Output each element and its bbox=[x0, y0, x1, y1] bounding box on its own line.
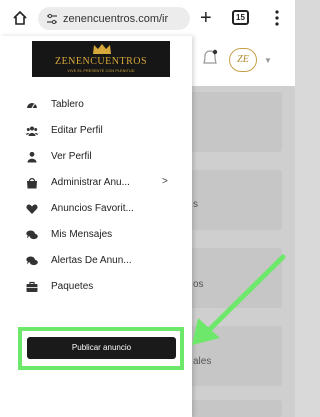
notification-bell-icon[interactable] bbox=[200, 48, 220, 68]
background-text: os bbox=[193, 279, 204, 290]
logo-brand: ZENENCUENTROS bbox=[54, 56, 148, 67]
heart-icon bbox=[26, 204, 38, 214]
crown-icon bbox=[93, 44, 111, 54]
briefcase-icon bbox=[26, 281, 38, 292]
url-text: zenencuentros.com/ir bbox=[63, 12, 169, 25]
browser-toolbar: zenencuentros.com/ir + 15 bbox=[0, 0, 295, 36]
site-logo[interactable]: ZENENCUENTROS VIVE EL PRESENTE CON PLENI… bbox=[32, 41, 170, 77]
menu-item-label: Anuncios Favorit... bbox=[51, 203, 134, 214]
menu-item-label: Editar Perfil bbox=[51, 125, 103, 136]
menu-item-editar-perfil[interactable]: Editar Perfil bbox=[0, 118, 192, 144]
logo-tagline: VIVE EL PRESENTE CON PLENITUD bbox=[67, 69, 135, 73]
menu-item-label: Alertas De Anun... bbox=[51, 255, 132, 266]
menu-item-tablero[interactable]: Tablero bbox=[0, 92, 192, 118]
chevron-down-icon[interactable]: ▼ bbox=[264, 56, 272, 65]
menu-item-alertas[interactable]: Alertas De Anun... bbox=[0, 248, 192, 274]
menu-item-anuncios-favoritos[interactable]: Anuncios Favorit... bbox=[0, 196, 192, 222]
tab-switcher-button[interactable]: 15 bbox=[232, 10, 249, 25]
dashboard-icon bbox=[27, 103, 37, 109]
publish-ad-button[interactable]: Publicar anuncio bbox=[27, 337, 176, 359]
menu-item-label: Administrar Anu... bbox=[51, 177, 130, 188]
site-settings-icon[interactable] bbox=[46, 13, 58, 25]
menu-item-mis-mensajes[interactable]: Mis Mensajes bbox=[0, 222, 192, 248]
menu-item-label: Paquetes bbox=[51, 281, 94, 292]
users-icon bbox=[26, 126, 38, 136]
menu-item-administrar-anuncios[interactable]: Administrar Anu... > bbox=[0, 170, 192, 196]
avatar[interactable]: ZE bbox=[229, 48, 257, 72]
new-tab-button[interactable]: + bbox=[200, 6, 212, 30]
more-options-icon[interactable] bbox=[275, 9, 279, 27]
chevron-right-icon: > bbox=[162, 176, 168, 187]
menu-item-ver-perfil[interactable]: Ver Perfil bbox=[0, 144, 192, 170]
user-icon bbox=[27, 151, 37, 163]
menu-item-label: Ver Perfil bbox=[51, 151, 92, 162]
menu-item-paquetes[interactable]: Paquetes bbox=[0, 274, 192, 300]
background-text: s bbox=[193, 199, 198, 210]
address-bar[interactable]: zenencuentros.com/ir bbox=[38, 7, 190, 30]
home-icon[interactable] bbox=[12, 10, 28, 26]
background-text: ales bbox=[193, 356, 212, 367]
menu-item-label: Mis Mensajes bbox=[51, 229, 113, 240]
menu-item-label: Tablero bbox=[51, 99, 84, 110]
bell-chat-icon bbox=[26, 256, 38, 266]
shopping-bag-icon bbox=[27, 178, 37, 189]
chat-icon bbox=[26, 230, 38, 240]
